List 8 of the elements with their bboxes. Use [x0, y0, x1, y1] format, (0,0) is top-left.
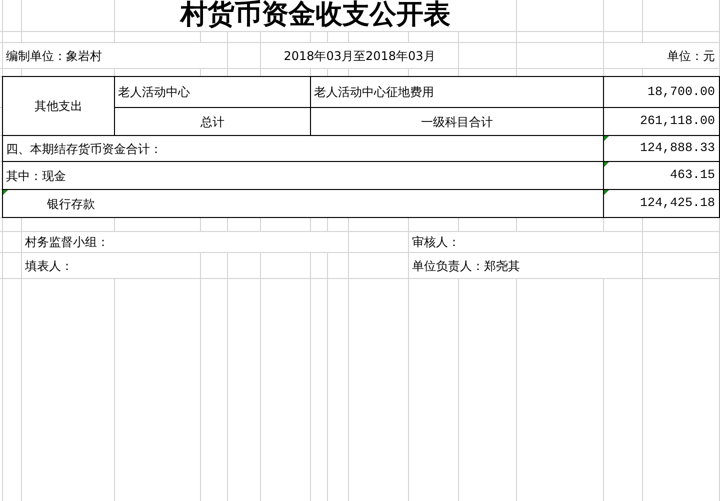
amount-cell: 124,425.18 [603, 189, 720, 218]
amount-cell: 463.15 [603, 161, 720, 190]
amount-cell: 124,888.33 [603, 135, 720, 162]
detail-cell: 老人活动中心征地费用 [310, 76, 604, 108]
balance-label: 银行存款 [2, 189, 604, 218]
item-cell: 老人活动中心 [114, 76, 311, 108]
category-cell: 其他支出 [2, 76, 115, 136]
amount-cell: 18,700.00 [603, 76, 720, 108]
